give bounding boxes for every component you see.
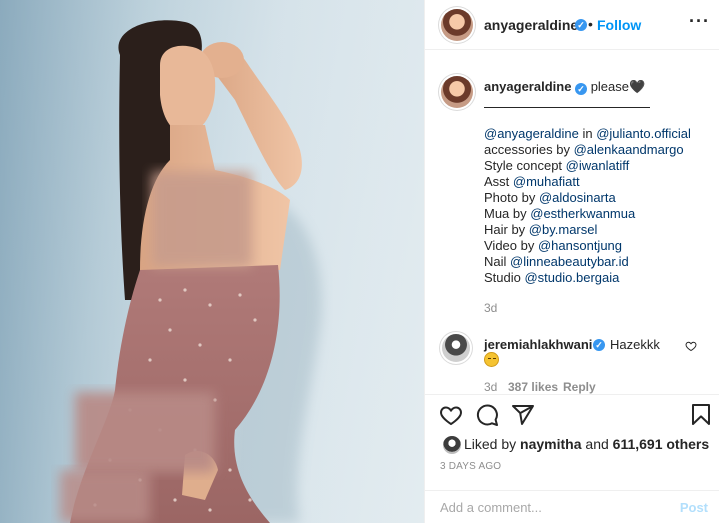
likes-prefix: Liked by	[464, 436, 521, 452]
grimace-emoji-icon	[484, 352, 499, 367]
post-date[interactable]: 3 DAYS AGO	[440, 461, 501, 472]
comment-like-heart-icon[interactable]	[685, 340, 697, 352]
caption-text: please🖤	[590, 79, 646, 94]
post-sidebar: anyageraldine ✓ • Follow ··· anyageraldi…	[424, 0, 719, 523]
credit-text: Photo by	[484, 190, 539, 205]
credit-line: Video by @hansontjung	[484, 238, 691, 254]
blur-region	[75, 392, 215, 472]
post-photo-illustration	[0, 0, 424, 523]
separator-dot: •	[588, 16, 593, 32]
credit-text: Hair by	[484, 222, 529, 237]
follow-button[interactable]: Follow	[597, 17, 641, 33]
caption-line: anyageraldine ✓ please🖤	[484, 79, 645, 95]
blur-region	[60, 470, 150, 523]
blur-region	[152, 172, 252, 267]
more-options-icon[interactable]: ···	[689, 11, 710, 32]
mention-link[interactable]: @julianto.official	[596, 126, 691, 141]
caption-avatar[interactable]	[441, 76, 473, 108]
mention-link[interactable]: @iwanlatiff	[566, 158, 630, 173]
comment-likes[interactable]: 387 likes	[508, 380, 558, 394]
post-comment-button[interactable]: Post	[680, 500, 708, 515]
credit-text: Asst	[484, 174, 513, 189]
mention-link[interactable]: @linneabeautybar.id	[510, 254, 629, 269]
credit-text: Video by	[484, 238, 538, 253]
credit-line: Nail @linneabeautybar.id	[484, 254, 691, 270]
mention-link[interactable]: @alenkaandmargo	[574, 142, 684, 157]
mention-link[interactable]: @by.marsel	[529, 222, 598, 237]
caption-credits: @anyageraldine in @julianto.official acce…	[484, 126, 691, 286]
bookmark-icon[interactable]	[689, 403, 713, 427]
mention-link[interactable]: @aldosinarta	[539, 190, 616, 205]
credit-line: Mua by @estherkwanmua	[484, 206, 691, 222]
credit-text: Studio	[484, 270, 525, 285]
mention-link[interactable]: @anyageraldine	[484, 126, 579, 141]
commenter-avatar[interactable]	[442, 334, 470, 362]
credit-text: Mua by	[484, 206, 531, 221]
comment-username[interactable]: jeremiahlakhwani	[484, 337, 592, 352]
liker-avatar[interactable]	[443, 436, 461, 454]
profile-avatar[interactable]	[441, 9, 473, 41]
caption-divider	[484, 107, 650, 108]
credit-text: in	[578, 126, 597, 141]
comment-icon[interactable]	[475, 403, 499, 427]
share-icon[interactable]	[511, 403, 535, 427]
likes-middle: and	[581, 436, 613, 452]
credit-line: Asst @muhafiatt	[484, 174, 691, 190]
actions-divider	[425, 394, 719, 395]
likes-count[interactable]: 611,691 others	[613, 436, 710, 452]
mention-link[interactable]: @estherkwanmua	[530, 206, 635, 221]
credit-line: Style concept @iwanlatiff	[484, 158, 691, 174]
mention-link[interactable]: @studio.bergaia	[524, 270, 619, 285]
verified-badge-icon: ✓	[575, 19, 587, 31]
credit-text: accessories by	[484, 142, 574, 157]
comment-text: Hazekkk	[610, 337, 660, 352]
credit-line: Hair by @by.marsel	[484, 222, 691, 238]
post-header: anyageraldine ✓ • Follow ···	[425, 0, 719, 50]
heart-icon[interactable]	[439, 403, 463, 427]
add-comment-row: Post	[425, 490, 719, 523]
header-username[interactable]: anyageraldine	[484, 17, 578, 33]
post-photo[interactable]	[0, 0, 424, 523]
credit-line: accessories by @alenkaandmargo	[484, 142, 691, 158]
mention-link[interactable]: @hansontjung	[538, 238, 622, 253]
reply-button[interactable]: Reply	[563, 380, 596, 394]
credit-text: Nail	[484, 254, 511, 269]
credit-line: @anyageraldine in @julianto.official	[484, 126, 691, 142]
mention-link[interactable]: @muhafiatt	[513, 174, 580, 189]
liker-username[interactable]: naymitha	[520, 436, 581, 452]
verified-badge-icon: ✓	[575, 83, 588, 95]
verified-badge-icon: ✓	[593, 339, 605, 351]
caption-age[interactable]: 3d	[484, 301, 497, 315]
credit-line: Studio @studio.bergaia	[484, 270, 691, 286]
credit-line: Photo by @aldosinarta	[484, 190, 691, 206]
comment-age[interactable]: 3d	[484, 380, 497, 394]
credit-text: Style concept	[484, 158, 566, 173]
add-comment-input[interactable]	[440, 500, 660, 515]
likes-summary[interactable]: Liked by naymitha and 611,691 others	[464, 436, 709, 452]
caption-username[interactable]: anyageraldine	[484, 79, 571, 94]
